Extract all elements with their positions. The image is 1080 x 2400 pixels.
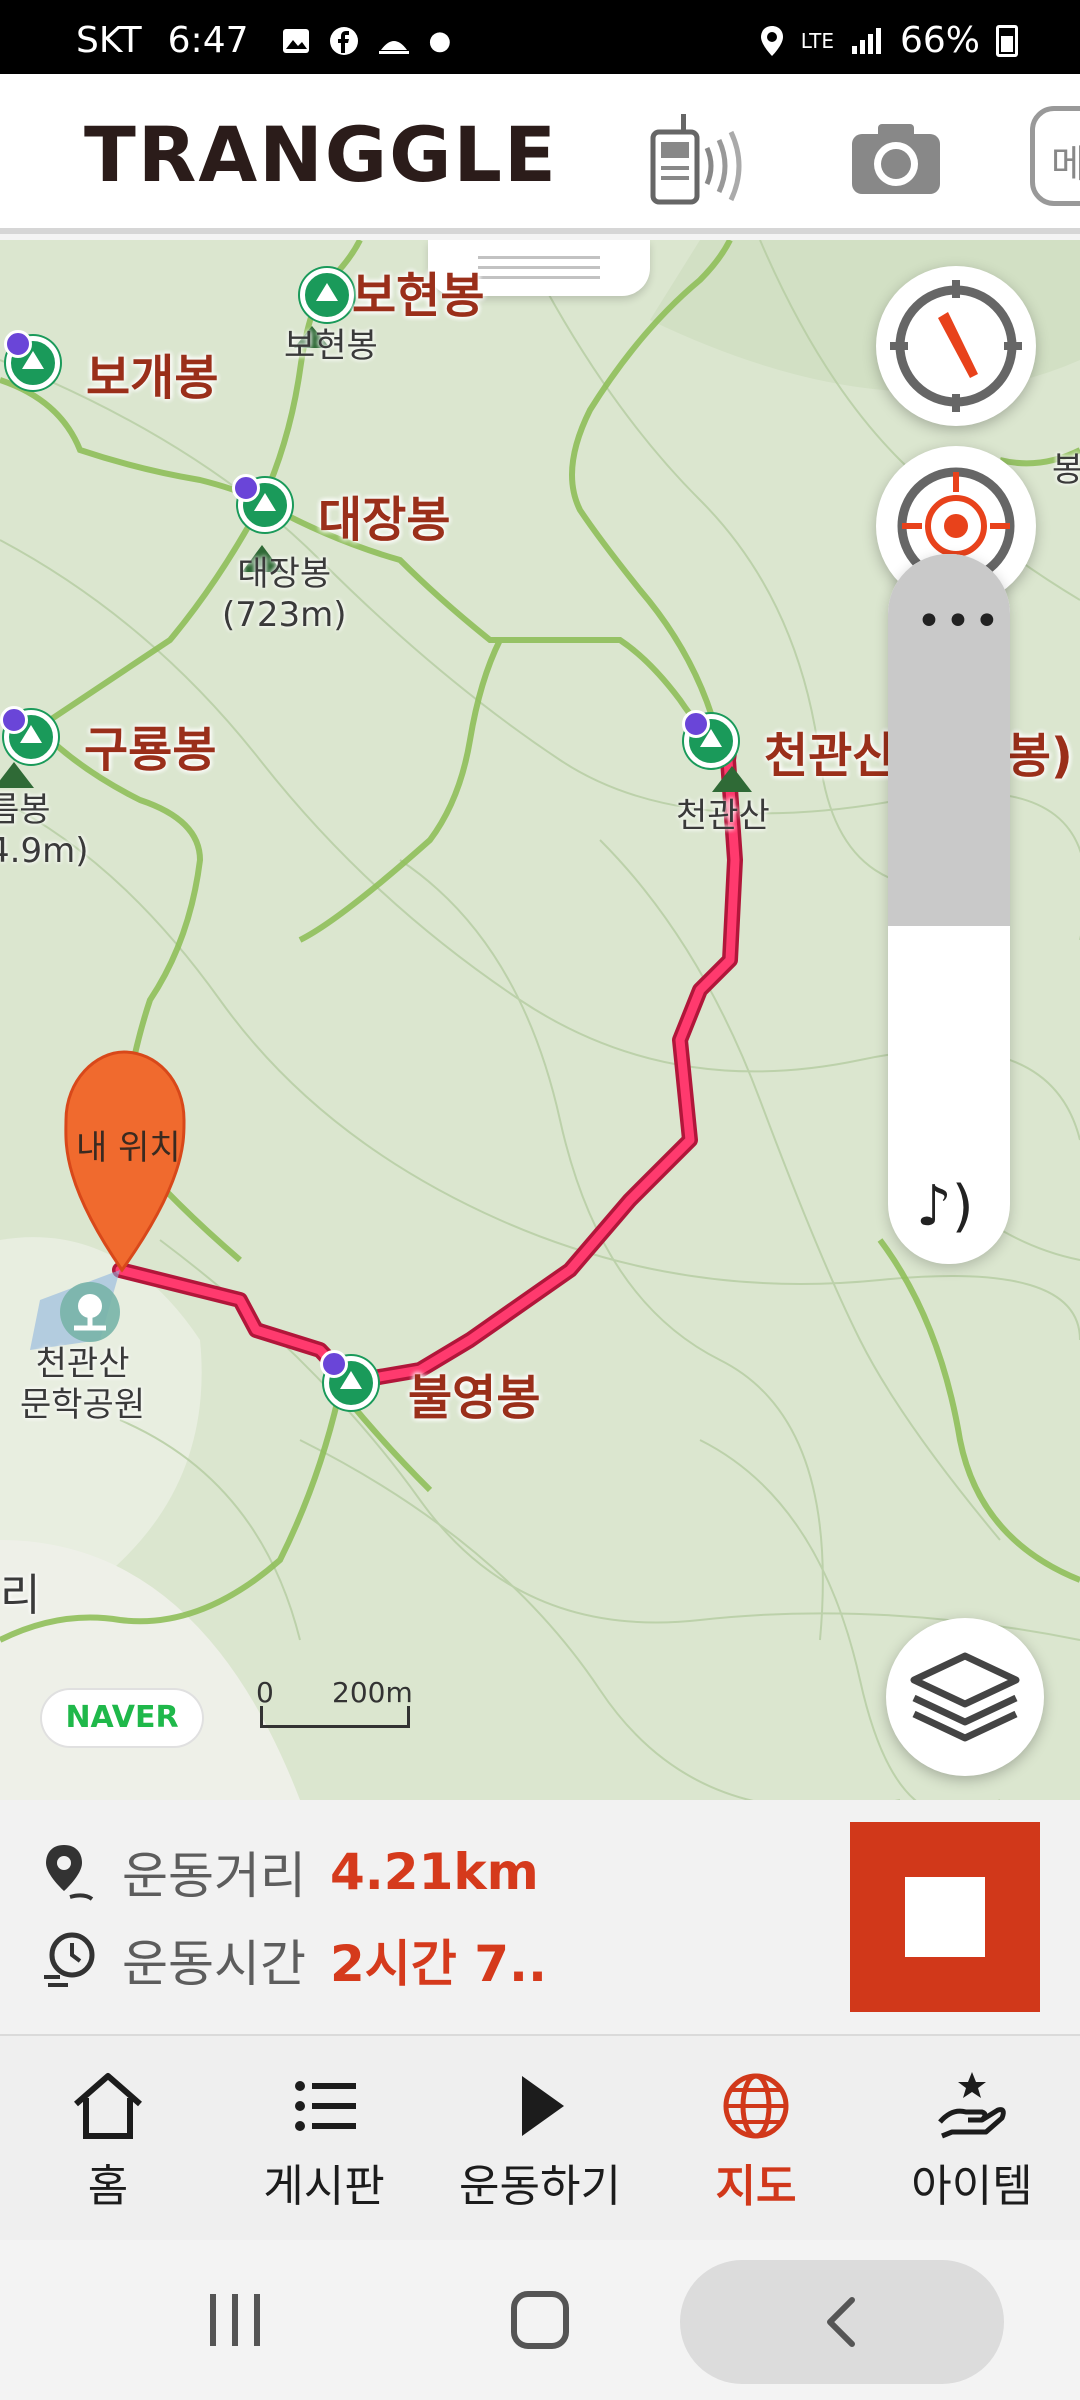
stop-icon (905, 1877, 985, 1957)
clock: 6:47 (167, 20, 249, 61)
more-options-icon[interactable]: ••• (916, 596, 1003, 647)
scale-bar: 0 200m (256, 1676, 416, 1740)
badge-icon (682, 710, 710, 738)
sound-toggle-icon[interactable]: ♪) (916, 1174, 974, 1239)
camera-icon (852, 124, 940, 194)
app-logo: TRANGGLE (84, 110, 558, 199)
map-layers-button[interactable] (886, 1618, 1044, 1776)
nav-home[interactable]: 홈 (0, 2036, 216, 2240)
carrier: SKT (76, 20, 142, 61)
compass-icon (890, 280, 1022, 412)
play-icon (522, 2076, 564, 2136)
workout-stats: 운동거리 4.21km 운동시간 2시간 7.. (0, 1800, 1080, 2036)
side-tool-panel: ••• ♪) (888, 554, 1010, 1264)
home-icon (74, 2073, 142, 2139)
nav-workout-label: 운동하기 (459, 2161, 621, 2212)
badge-icon (232, 474, 260, 502)
label-cheongwan-sub: 천관산 (676, 796, 770, 836)
battery-percent: 66% (899, 20, 980, 61)
label-daejang-sub: 대장봉 (723m) (222, 554, 347, 635)
nav-home-label: 홈 (87, 2161, 129, 2212)
recent-apps-button[interactable] (136, 2240, 336, 2400)
notification-dot-icon: ● (428, 25, 452, 56)
badge-icon (4, 330, 32, 358)
nav-workout[interactable]: 운동하기 (432, 2036, 648, 2240)
scale-zero: 0 (256, 1676, 274, 1709)
label-ri: 리 (0, 1570, 41, 1621)
network-type: LTE (800, 28, 834, 53)
home-square-icon (511, 2291, 569, 2349)
camera-button[interactable] (848, 118, 944, 198)
label-bohyeon: 보현봉 (352, 268, 485, 324)
gallery-icon (282, 28, 309, 53)
walkie-talkie-button[interactable] (645, 110, 765, 206)
label-park: 천관산 문학공원 (20, 1344, 146, 1425)
battery-icon (996, 24, 1018, 57)
globe-icon (723, 2073, 789, 2139)
scale-value: 200m (332, 1676, 413, 1709)
menu-label: 메 (1051, 142, 1080, 186)
system-navigation-bar (0, 2240, 1080, 2400)
label-right-edge: 봉 (1052, 450, 1080, 490)
nav-items[interactable]: 아이템 (864, 2036, 1080, 2240)
list-icon (295, 2081, 356, 2131)
recent-apps-icon (210, 2294, 260, 2346)
weather-icon (378, 40, 409, 54)
label-left-peak-sub: 름봉 4.9m) (0, 790, 89, 871)
facebook-icon (329, 26, 358, 55)
time-value: 2시간 7.. (330, 1935, 547, 1993)
my-location-label: 내 위치 (76, 1128, 181, 1168)
map-view[interactable]: 보현봉 보현봉 보개봉 대장봉 대장봉 (723m) 구룡봉 름봉 4.9m) … (0, 240, 1080, 1800)
label-daejang: 대장봉 (318, 492, 451, 548)
bottom-navigation: 홈 게시판 운동하기 지도 아이템 (0, 2036, 1080, 2240)
nav-map-label: 지도 (715, 2161, 797, 2212)
location-icon (760, 25, 783, 56)
compass-button[interactable] (876, 266, 1036, 426)
nav-board-label: 게시판 (263, 2161, 385, 2212)
distance-label: 운동거리 (122, 1847, 306, 1905)
clock-run-icon (44, 1932, 95, 1987)
signal-icon (851, 27, 881, 54)
nav-map[interactable]: 지도 (648, 2036, 864, 2240)
back-button[interactable] (680, 2260, 1004, 2384)
distance-pin-icon (46, 1845, 94, 1901)
menu-button[interactable]: 메 (1030, 106, 1080, 206)
app-header: TRANGGLE 메 (0, 74, 1080, 234)
walkie-talkie-icon (650, 114, 742, 205)
label-bogae: 보개봉 (86, 350, 219, 406)
distance-value: 4.21km (330, 1843, 539, 1901)
nav-board[interactable]: 게시판 (216, 2036, 432, 2240)
nav-items-label: 아이템 (911, 2161, 1033, 2212)
app-screen: SKT 6:47 ● LTE 66% TRANGGLE 메 보현봉 보현봉 보개… (0, 0, 1080, 2400)
stop-workout-button[interactable] (850, 1822, 1040, 2012)
layers-icon (910, 1652, 1020, 1742)
peak-marker-bohyeon[interactable] (300, 268, 354, 322)
badge-icon (0, 706, 28, 734)
label-guryong: 구룡봉 (84, 722, 217, 778)
hand-star-icon (938, 2072, 1006, 2139)
time-label: 운동시간 (122, 1935, 306, 1993)
label-bulyeong: 불영봉 (408, 1370, 541, 1426)
home-system-button[interactable] (440, 2240, 640, 2400)
naver-logo: NAVER (42, 1690, 202, 1746)
back-chevron-icon (827, 2297, 855, 2347)
label-bohyeon-sub: 보현봉 (284, 326, 378, 366)
badge-icon (320, 1350, 348, 1378)
status-bar: SKT 6:47 ● LTE 66% (0, 0, 1080, 74)
